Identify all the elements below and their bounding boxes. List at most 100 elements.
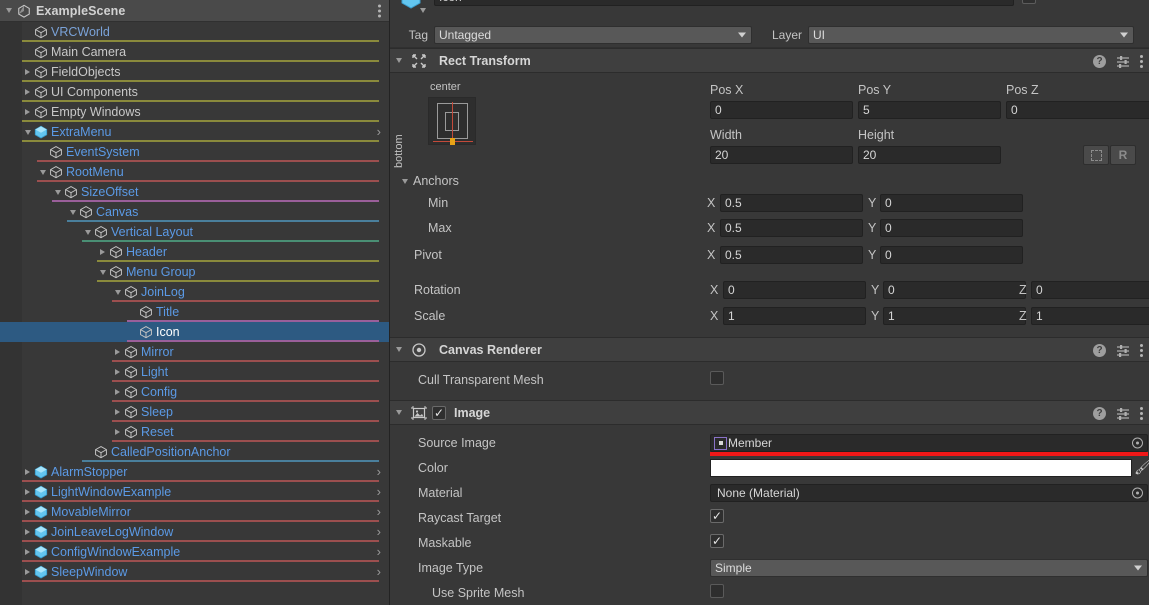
expander-expanded-icon[interactable]	[67, 202, 78, 222]
scale-z-field[interactable]: 1	[1031, 307, 1149, 325]
expander-collapsed-icon[interactable]	[112, 362, 123, 382]
layer-dropdown[interactable]: UI	[808, 25, 1134, 44]
hierarchy-row-joinlog[interactable]: JoinLog	[0, 282, 389, 302]
open-prefab-arrow-icon[interactable]: ›	[377, 462, 381, 482]
anchor-max-x-field[interactable]: 0.5	[720, 219, 863, 237]
static-checkbox[interactable]	[1022, 0, 1036, 4]
hierarchy-row-empty-windows[interactable]: Empty Windows	[0, 102, 389, 122]
image-component-header[interactable]: ✓ Image ?	[390, 400, 1149, 425]
rotation-x-field[interactable]: 0	[723, 281, 866, 299]
preset-settings-icon[interactable]	[1116, 407, 1130, 420]
hierarchy-tree[interactable]: VRCWorld Main Camera FieldObjects UI Compon…	[0, 22, 389, 582]
hierarchy-row-fieldobjects[interactable]: FieldObjects	[0, 62, 389, 82]
expander-collapsed-icon[interactable]	[22, 542, 33, 562]
help-icon[interactable]: ?	[1093, 55, 1106, 68]
object-picker-icon[interactable]	[1132, 437, 1143, 449]
rect-transform-header[interactable]: Rect Transform ?	[390, 48, 1149, 73]
hierarchy-panel[interactable]: ExampleScene VRCWorld Main Camera FieldObj…	[0, 0, 390, 605]
use-sprite-mesh-checkbox[interactable]	[710, 584, 724, 598]
hierarchy-row-configwindowexample[interactable]: ConfigWindowExample ›	[0, 542, 389, 562]
hierarchy-row-vrcworld[interactable]: VRCWorld	[0, 22, 389, 42]
hierarchy-row-mirror[interactable]: Mirror	[0, 342, 389, 362]
expander-collapsed-icon[interactable]	[112, 342, 123, 362]
expander-expanded-icon[interactable]	[82, 222, 93, 242]
anchors-expander-icon[interactable]	[402, 178, 408, 184]
hierarchy-row-header[interactable]: Header	[0, 242, 389, 262]
pos-x-field[interactable]: 0	[710, 101, 853, 119]
scale-y-field[interactable]: 1	[883, 307, 1026, 325]
open-prefab-arrow-icon[interactable]: ›	[377, 502, 381, 522]
expander-collapsed-icon[interactable]	[112, 422, 123, 442]
hierarchy-row-main-camera[interactable]: Main Camera	[0, 42, 389, 62]
hierarchy-row-menu-group[interactable]: Menu Group	[0, 262, 389, 282]
hierarchy-row-joinleavelogwindow[interactable]: JoinLeaveLogWindow ›	[0, 522, 389, 542]
canvas-renderer-expander-icon[interactable]	[396, 347, 402, 352]
hierarchy-row-reset[interactable]: Reset	[0, 422, 389, 442]
expander-collapsed-icon[interactable]	[22, 502, 33, 522]
anchor-min-x-field[interactable]: 0.5	[720, 194, 863, 212]
pos-z-field[interactable]: 0	[1006, 101, 1149, 119]
pos-y-field[interactable]: 5	[858, 101, 1001, 119]
help-icon[interactable]: ?	[1093, 344, 1106, 357]
object-expander-icon[interactable]	[420, 8, 426, 13]
hierarchy-row-light[interactable]: Light	[0, 362, 389, 382]
hierarchy-row-movablemirror[interactable]: MovableMirror ›	[0, 502, 389, 522]
image-type-dropdown[interactable]: Simple	[710, 559, 1148, 577]
preset-settings-icon[interactable]	[1116, 344, 1130, 357]
anchors-foldout[interactable]: Anchors	[402, 174, 459, 188]
pivot-x-field[interactable]: 0.5	[720, 246, 863, 264]
rotation-z-field[interactable]: 0	[1031, 281, 1149, 299]
scale-x-field[interactable]: 1	[723, 307, 866, 325]
anchor-min-y-field[interactable]: 0	[880, 194, 1023, 212]
hierarchy-row-config[interactable]: Config	[0, 382, 389, 402]
hierarchy-row-sleepwindow[interactable]: SleepWindow ›	[0, 562, 389, 582]
canvas-renderer-kebab-icon[interactable]	[1140, 344, 1143, 357]
material-field[interactable]: None (Material)	[710, 484, 1148, 502]
open-prefab-arrow-icon[interactable]: ›	[377, 522, 381, 542]
maskable-checkbox[interactable]: ✓	[710, 534, 724, 548]
expander-collapsed-icon[interactable]	[112, 402, 123, 422]
hierarchy-row-extramenu[interactable]: ExtraMenu ›	[0, 122, 389, 142]
scene-expander-icon[interactable]	[6, 8, 12, 13]
canvas-renderer-header[interactable]: Canvas Renderer ?	[390, 337, 1149, 362]
cull-transparent-mesh-checkbox[interactable]	[710, 371, 724, 385]
object-name-field[interactable]: Icon	[434, 0, 1014, 6]
raycast-target-checkbox[interactable]: ✓	[710, 509, 724, 523]
hierarchy-row-calledpositionanchor[interactable]: CalledPositionAnchor	[0, 442, 389, 462]
raw-edit-mode-button[interactable]: R	[1110, 145, 1136, 165]
source-image-field[interactable]: Member	[710, 434, 1148, 452]
eyedropper-icon[interactable]: 🖌	[1134, 459, 1149, 476]
open-prefab-arrow-icon[interactable]: ›	[377, 122, 381, 142]
pivot-y-field[interactable]: 0	[880, 246, 1023, 264]
hierarchy-kebab-icon[interactable]	[378, 4, 381, 17]
expander-collapsed-icon[interactable]	[22, 522, 33, 542]
anchor-max-y-field[interactable]: 0	[880, 219, 1023, 237]
rect-transform-expander-icon[interactable]	[396, 58, 402, 63]
color-field[interactable]	[710, 459, 1132, 477]
expander-collapsed-icon[interactable]	[22, 462, 33, 482]
expander-expanded-icon[interactable]	[97, 262, 108, 282]
expander-collapsed-icon[interactable]	[22, 562, 33, 582]
hierarchy-row-eventsystem[interactable]: EventSystem	[0, 142, 389, 162]
rect-transform-kebab-icon[interactable]	[1140, 55, 1143, 68]
hierarchy-row-lightwindowexample[interactable]: LightWindowExample ›	[0, 482, 389, 502]
blueprint-mode-button[interactable]	[1083, 145, 1109, 165]
expander-collapsed-icon[interactable]	[22, 82, 33, 102]
expander-expanded-icon[interactable]	[37, 162, 48, 182]
hierarchy-row-sizeoffset[interactable]: SizeOffset	[0, 182, 389, 202]
expander-collapsed-icon[interactable]	[22, 482, 33, 502]
image-expander-icon[interactable]	[396, 410, 402, 415]
expander-collapsed-icon[interactable]	[97, 242, 108, 262]
scene-header-row[interactable]: ExampleScene	[0, 0, 389, 22]
open-prefab-arrow-icon[interactable]: ›	[377, 562, 381, 582]
expander-expanded-icon[interactable]	[52, 182, 63, 202]
inspector-panel[interactable]: Icon Static Tag Untagged Layer UI	[390, 0, 1149, 605]
help-icon[interactable]: ?	[1093, 407, 1106, 420]
hierarchy-row-alarmstopper[interactable]: AlarmStopper ›	[0, 462, 389, 482]
height-field[interactable]: 20	[858, 146, 1001, 164]
expander-collapsed-icon[interactable]	[22, 102, 33, 122]
open-prefab-arrow-icon[interactable]: ›	[377, 482, 381, 502]
hierarchy-row-ui-components[interactable]: UI Components	[0, 82, 389, 102]
hierarchy-row-vertical-layout[interactable]: Vertical Layout	[0, 222, 389, 242]
expander-collapsed-icon[interactable]	[22, 62, 33, 82]
